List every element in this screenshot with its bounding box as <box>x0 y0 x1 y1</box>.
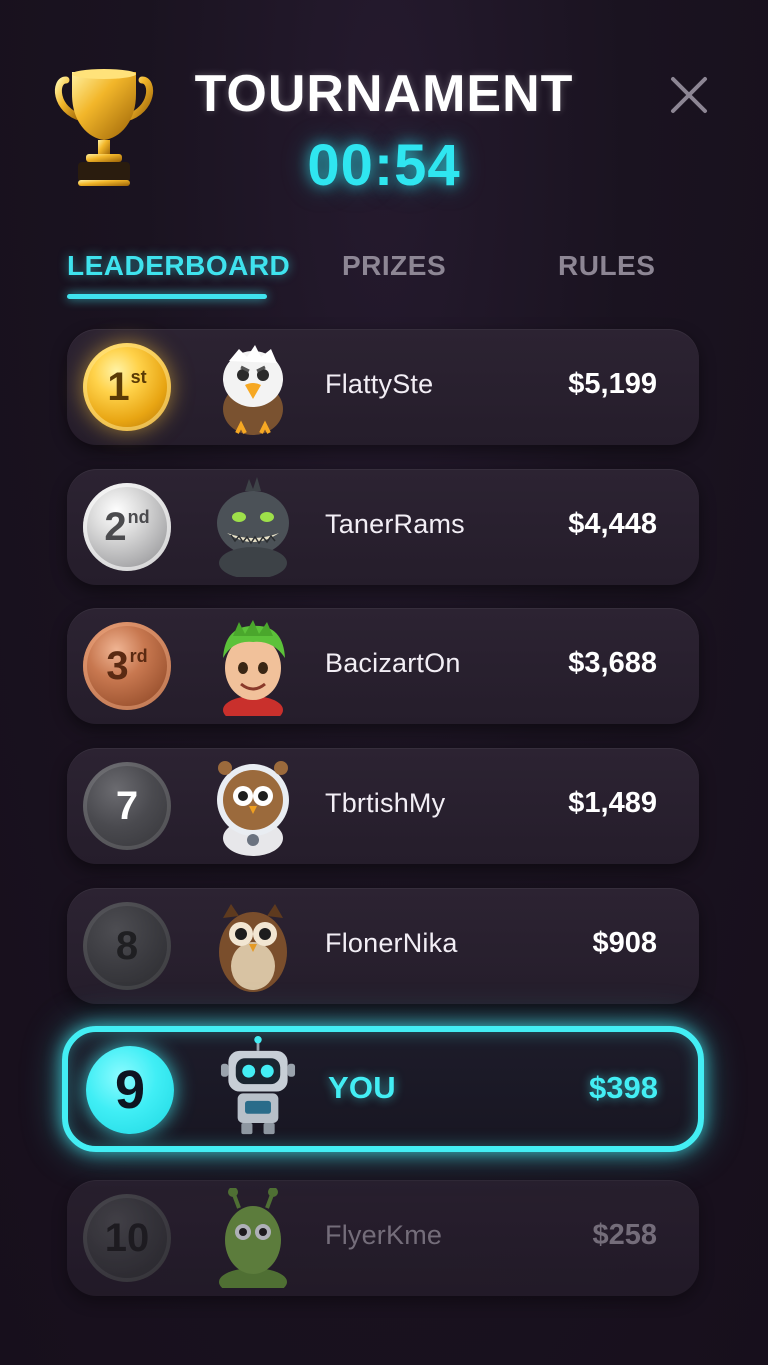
rank-badge: 10 <box>83 1194 171 1282</box>
tab-bar: LEADERBOARD PRIZES RULES <box>0 250 768 310</box>
gold-medal-badge: 1st <box>83 343 171 431</box>
rank-badge: 9 <box>86 1046 174 1134</box>
page-title: TOURNAMENT <box>194 65 574 123</box>
leaderboard-row[interactable]: 3rd BacizartOn $3,688 <box>67 608 699 724</box>
alien-avatar <box>219 1188 287 1288</box>
current-player-row[interactable]: 9 YOU $398 <box>62 1026 704 1152</box>
close-icon[interactable] <box>668 74 710 116</box>
tab-leaderboard[interactable]: LEADERBOARD <box>67 250 290 282</box>
leaderboard-row[interactable]: 8 FlonerNika $908 <box>67 888 699 1004</box>
player-amount: $4,448 <box>568 508 657 540</box>
eagle-avatar <box>223 345 283 435</box>
countdown-timer: 00:54 <box>307 133 461 198</box>
player-name: TanerRams <box>325 509 465 539</box>
leaderboard-row[interactable]: 1st FlattySte $5,199 <box>67 329 699 445</box>
rank-badge: 8 <box>83 902 171 990</box>
player-name: TbrtishMy <box>325 788 446 818</box>
player-name: YOU <box>328 1070 396 1105</box>
player-amount: $3,688 <box>568 647 657 679</box>
rank-badge: 7 <box>83 762 171 850</box>
monster-avatar <box>217 477 289 577</box>
tab-prizes[interactable]: PRIZES <box>342 250 446 282</box>
tournament-screen: TOURNAMENT 00:54 LEADERBOARD PRIZES RULE… <box>0 0 768 1365</box>
player-amount: $258 <box>592 1219 657 1251</box>
player-amount: $1,489 <box>568 787 657 819</box>
leaderboard-row[interactable]: 10 FlyerKme $258 <box>67 1180 699 1296</box>
player-amount: $908 <box>592 927 657 959</box>
leaderboard-row[interactable]: 2nd TanerRams $4,448 <box>67 469 699 585</box>
player-amount: $398 <box>589 1070 658 1105</box>
player-amount: $5,199 <box>568 368 657 400</box>
silver-medal-badge: 2nd <box>83 483 171 571</box>
player-name: FlattySte <box>325 369 434 399</box>
active-tab-indicator <box>67 294 267 299</box>
player-name: BacizartOn <box>325 648 461 678</box>
owl-avatar <box>219 904 287 992</box>
player-name: FlyerKme <box>325 1220 443 1250</box>
tab-rules[interactable]: RULES <box>558 250 655 282</box>
robot-avatar <box>220 1036 296 1135</box>
bronze-medal-badge: 3rd <box>83 622 171 710</box>
leaderboard-row[interactable]: 7 TbrtishMy $1,489 <box>67 748 699 864</box>
player-name: FlonerNika <box>325 928 458 958</box>
boy-avatar <box>223 620 285 716</box>
astronaut-owl-avatar <box>217 761 289 856</box>
